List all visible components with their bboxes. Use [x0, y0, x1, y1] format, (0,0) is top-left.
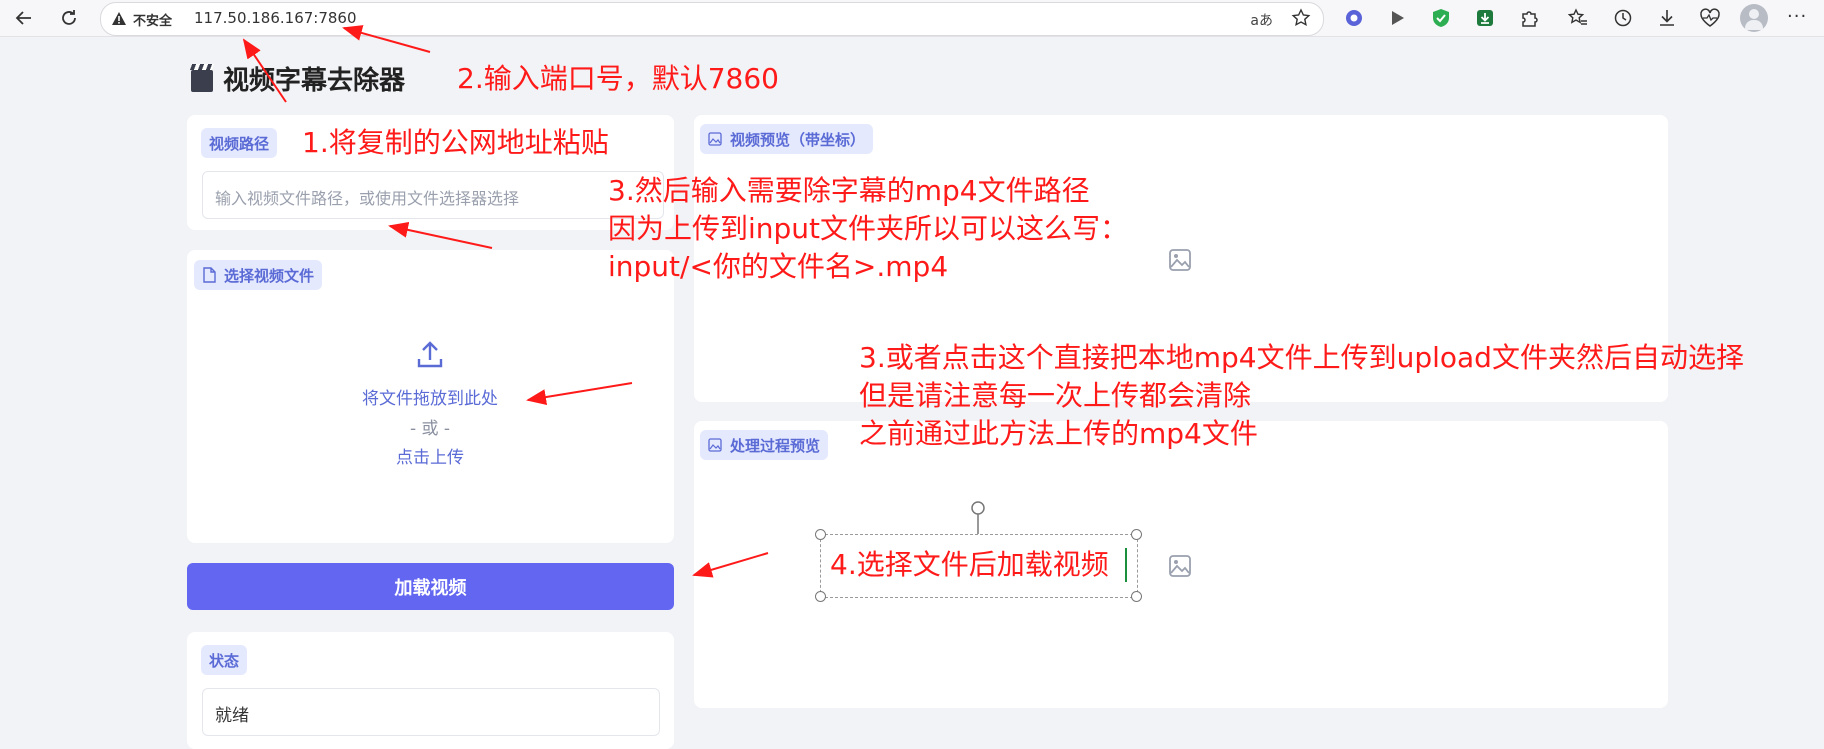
annotation-3b-line2: 但是请注意每一次上传都会清除 — [859, 378, 1252, 412]
annotation-4: 4.选择文件后加载视频 — [830, 548, 1109, 581]
resize-handle[interactable] — [815, 529, 826, 540]
annotation-3b-line3: 之前通过此方法上传的mp4文件 — [859, 416, 1258, 450]
annotation-3-line3: input/<你的文件名>.mp4 — [608, 249, 949, 283]
text-caret — [1125, 548, 1127, 582]
arrow-to-dropzone — [526, 382, 633, 405]
annotation-3: 3.然后输入需要除字幕的mp4文件路径 因为上传到input文件夹所以可以这么写… — [608, 172, 1128, 285]
rotate-handle — [971, 501, 985, 515]
annotation-3-line2: 因为上传到input文件夹所以可以这么写： — [608, 211, 1129, 245]
arrow-to-address — [242, 38, 287, 103]
arrow-to-load-button — [692, 552, 769, 578]
annotation-2: 2.输入端口号，默认7860 — [457, 62, 779, 95]
annotation-3b: 3.或者点击这个直接把本地mp4文件上传到upload文件夹然后自动选择 但是请… — [859, 339, 1744, 452]
annotation-3-line1: 3.然后输入需要除字幕的mp4文件路径 — [608, 174, 1090, 207]
arrow-to-port — [342, 25, 431, 53]
annotation-3b-line1: 3.或者点击这个直接把本地mp4文件上传到upload文件夹然后自动选择 — [859, 341, 1744, 374]
resize-handle[interactable] — [815, 591, 826, 602]
resize-handle[interactable] — [1131, 591, 1142, 602]
arrow-to-path-input — [388, 221, 493, 249]
annotation-1: 1.将复制的公网地址粘贴 — [302, 126, 609, 159]
resize-handle[interactable] — [1131, 529, 1142, 540]
